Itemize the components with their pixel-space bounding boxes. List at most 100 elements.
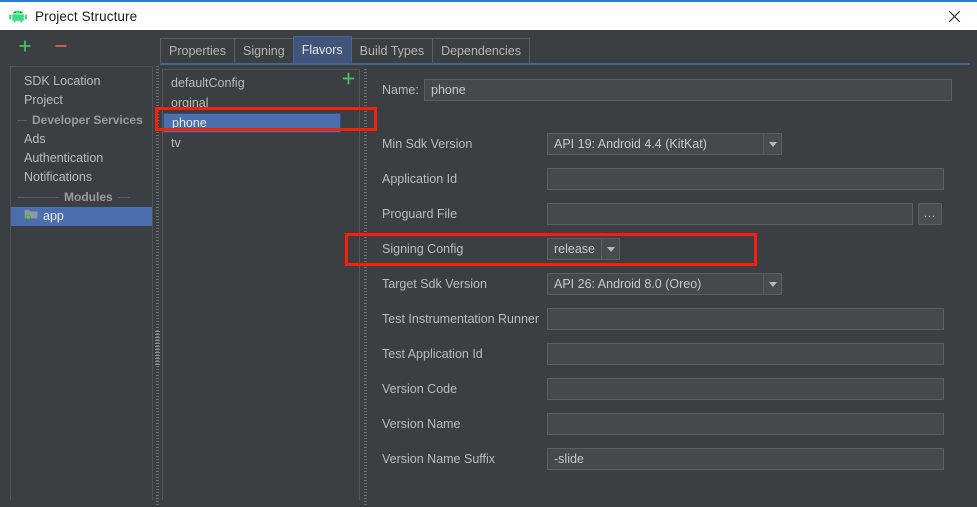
tab-label: Properties	[169, 44, 226, 58]
target-sdk-version-select[interactable]: API 26: Android 8.0 (Oreo)	[547, 273, 782, 295]
project-structure-dialog: Project Structure SDK Location Project D…	[0, 0, 977, 507]
flavor-form-splitter[interactable]	[361, 69, 370, 507]
tab-signing[interactable]: Signing	[233, 38, 294, 63]
form-row-version-code: Version Code	[372, 378, 964, 400]
group-divider-right	[117, 196, 130, 198]
flavor-item-defaultconfig[interactable]: defaultConfig	[163, 73, 341, 93]
sidebar-group-modules: Modules	[11, 187, 152, 207]
splitter-grip	[156, 66, 159, 507]
tab-label: Flavors	[301, 43, 343, 57]
sidebar-item-project[interactable]: Project	[11, 91, 152, 110]
flavor-item-orginal[interactable]: orginal	[163, 93, 341, 113]
sidebar-group-developer-services: Developer Services	[11, 110, 152, 130]
form-row-proguard-file: Proguard File ...	[372, 203, 964, 225]
name-input[interactable]	[424, 79, 952, 101]
ellipsis-icon: ...	[923, 208, 937, 220]
sidebar-group-label: Developer Services	[32, 113, 143, 127]
sidebar-item-sdk-location[interactable]: SDK Location	[11, 72, 152, 91]
window-titlebar: Project Structure	[0, 0, 977, 30]
signing-config-select[interactable]: release	[547, 238, 620, 260]
tab-dependencies[interactable]: Dependencies	[432, 38, 530, 63]
splitter-handle[interactable]	[155, 331, 160, 365]
application-id-input[interactable]	[547, 168, 944, 190]
proguard-file-label: Proguard File	[382, 207, 458, 221]
folder-icon	[24, 207, 38, 226]
min-sdk-version-select[interactable]: API 19: Android 4.4 (KitKat)	[547, 133, 782, 155]
target-sdk-version-value: API 26: Android 8.0 (Oreo)	[554, 277, 702, 291]
form-row-target-sdk-version: Target Sdk Version API 26: Android 8.0 (…	[372, 273, 964, 295]
version-name-suffix-input[interactable]	[547, 448, 944, 470]
proguard-file-input[interactable]	[547, 203, 913, 225]
flavor-detail-form: Name: Min Sdk Version API 19: Android 4.…	[372, 69, 970, 500]
add-module-button[interactable]	[12, 36, 38, 60]
chevron-down-icon	[763, 134, 781, 154]
sidebar-item-ads[interactable]: Ads	[11, 130, 152, 149]
name-label: Name:	[382, 83, 419, 97]
version-code-input[interactable]	[547, 378, 944, 400]
group-divider-left	[17, 119, 27, 121]
sidebar-group-label: Modules	[64, 190, 113, 204]
form-row-version-name: Version Name	[372, 413, 964, 435]
application-id-label: Application Id	[382, 172, 458, 186]
form-row-test-application-id: Test Application Id	[372, 343, 964, 365]
sidebar-splitter[interactable]	[153, 66, 162, 507]
tab-properties[interactable]: Properties	[160, 38, 235, 63]
tab-label: Dependencies	[441, 44, 521, 58]
form-row-version-name-suffix: Version Name Suffix	[372, 448, 964, 470]
sidebar-toolbar	[0, 30, 155, 66]
form-row-name: Name:	[372, 79, 964, 101]
group-divider-left	[17, 196, 59, 198]
form-row-test-instrumentation-runner: Test Instrumentation Runner	[372, 308, 964, 330]
navigation-sidebar: SDK Location Project Developer Services …	[10, 66, 153, 500]
min-sdk-version-value: API 19: Android 4.4 (KitKat)	[554, 137, 707, 151]
flavor-list: defaultConfig orginal phone tv	[163, 70, 341, 500]
target-sdk-version-label: Target Sdk Version	[382, 277, 487, 291]
test-application-id-input[interactable]	[547, 343, 944, 365]
test-application-id-label: Test Application Id	[382, 347, 483, 361]
signing-config-value: release	[554, 242, 595, 256]
tab-label: Signing	[242, 44, 285, 58]
plus-icon	[341, 71, 356, 91]
sidebar-item-label: Authentication	[24, 151, 104, 165]
remove-module-button[interactable]	[48, 36, 74, 60]
form-row-min-sdk-version: Min Sdk Version API 19: Android 4.4 (Kit…	[372, 133, 964, 155]
sidebar-item-label: Ads	[24, 132, 46, 146]
tab-label: Build Types	[359, 44, 425, 58]
version-name-input[interactable]	[547, 413, 944, 435]
flavor-list-panel: defaultConfig orginal phone tv	[162, 69, 360, 500]
sidebar-item-label: Notifications	[24, 170, 93, 184]
sidebar-item-app[interactable]: app	[11, 207, 152, 226]
chevron-down-icon	[601, 239, 619, 259]
proguard-file-browse-button[interactable]: ...	[918, 203, 942, 225]
chevron-down-icon	[763, 274, 781, 294]
flavor-item-label: phone	[172, 116, 207, 130]
close-icon[interactable]	[931, 2, 977, 30]
test-instrumentation-runner-label: Test Instrumentation Runner	[382, 312, 540, 326]
plus-icon	[18, 39, 32, 58]
test-instrumentation-runner-input[interactable]	[547, 308, 944, 330]
flavor-item-tv[interactable]: tv	[163, 133, 341, 153]
sidebar-item-notifications[interactable]: Notifications	[11, 168, 152, 187]
android-robot-icon	[9, 9, 27, 23]
tab-build-types[interactable]: Build Types	[350, 38, 434, 63]
tab-flavors[interactable]: Flavors	[292, 36, 352, 63]
flavor-item-label: orginal	[171, 96, 209, 110]
version-name-label: Version Name	[382, 417, 461, 431]
settings-tabstrip: Properties Signing Flavors Build Types D…	[160, 36, 970, 65]
splitter-grip	[364, 69, 367, 507]
version-name-suffix-label: Version Name Suffix	[382, 452, 496, 466]
form-row-signing-config: Signing Config release	[372, 238, 964, 260]
flavor-item-label: tv	[171, 136, 181, 150]
flavor-item-phone[interactable]: phone	[163, 113, 341, 133]
flavor-item-label: defaultConfig	[171, 76, 245, 90]
add-flavor-button[interactable]	[339, 72, 357, 90]
sidebar-item-label: SDK Location	[24, 74, 101, 88]
min-sdk-version-label: Min Sdk Version	[382, 137, 473, 151]
version-code-label: Version Code	[382, 382, 458, 396]
sidebar-item-authentication[interactable]: Authentication	[11, 149, 152, 168]
sidebar-item-label: Project	[24, 93, 63, 107]
sidebar-item-label: app	[43, 209, 64, 223]
minus-icon	[54, 39, 68, 58]
signing-config-label: Signing Config	[382, 242, 464, 256]
form-row-application-id: Application Id	[372, 168, 964, 190]
